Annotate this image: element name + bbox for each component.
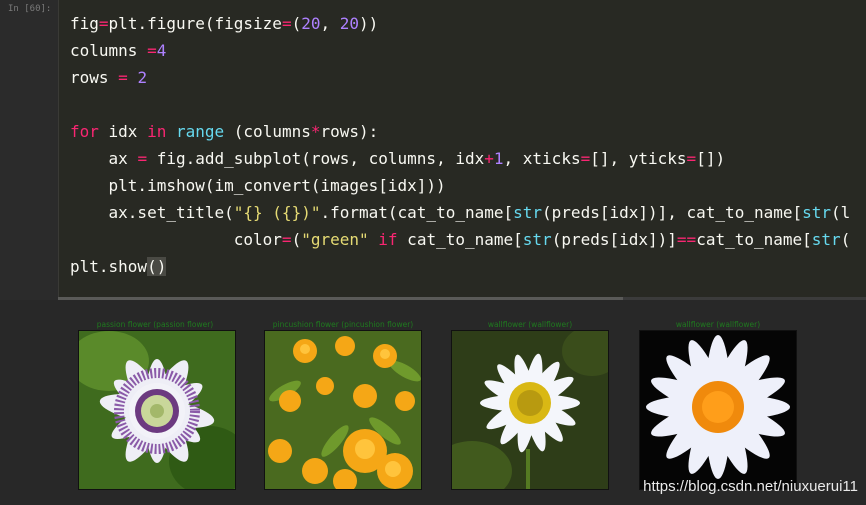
code-line-3: rows = 2	[70, 68, 148, 87]
code-line-7: plt.imshow(im_convert(images[idx]))	[70, 176, 446, 195]
code-editor[interactable]: fig=plt.figure(figsize=(20, 20)) columns…	[58, 0, 866, 300]
code-line-1: fig=plt.figure(figsize=(20, 20))	[70, 14, 379, 33]
code-line-9: color=("green" if cat_to_name[str(preds[…	[70, 230, 851, 249]
code-line-2: columns =4	[70, 41, 167, 60]
code-line-10: plt.show()	[70, 257, 167, 276]
code-line-6: ax = fig.add_subplot(rows, columns, idx+…	[70, 149, 726, 168]
subplot-title-3: wallflower (wallflower)	[487, 320, 573, 329]
cell-output: passion flower (passion flower) pincushi…	[0, 300, 866, 505]
pincushion-flower-image	[264, 330, 422, 490]
code-line-5: for idx in range (columns*rows):	[70, 122, 379, 141]
code-cell[interactable]: In [60]: fig=plt.figure(figsize=(20, 20)…	[0, 0, 866, 300]
subplot-title-1: passion flower (passion flower)	[96, 320, 214, 329]
wallflower-daisy-image-2	[639, 330, 797, 490]
code-line-8: ax.set_title("{} ({})".format(cat_to_nam…	[70, 203, 851, 222]
wallflower-daisy-image-1	[451, 330, 609, 490]
subplot-title-2: pincushion flower (pincushion flower)	[272, 320, 414, 329]
cell-gutter: In [60]:	[0, 0, 58, 300]
watermark: https://blog.csdn.net/niuxuerui11	[643, 478, 858, 495]
passion-flower-image	[78, 330, 236, 490]
subplot-title-4: wallflower (wallflower)	[675, 320, 761, 329]
cell-prompt: In [60]:	[8, 4, 52, 14]
